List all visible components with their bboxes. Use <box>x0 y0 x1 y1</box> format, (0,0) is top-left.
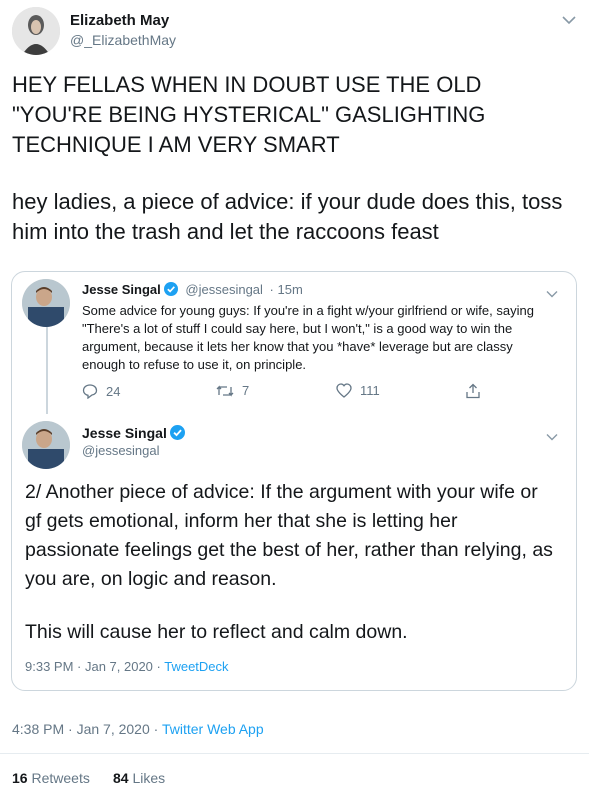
thread-connector <box>46 324 48 414</box>
retweet-count: 7 <box>242 383 250 398</box>
share-icon <box>466 383 480 399</box>
likes-label: Likes <box>132 770 166 786</box>
share-button[interactable] <box>465 383 481 399</box>
reply-button[interactable]: 24 <box>82 383 120 399</box>
tweet-timestamp: 4:38 PM · Jan 7, 2020 · Twitter Web App <box>12 721 264 737</box>
quoted-handle[interactable]: @jessesingal <box>82 443 160 458</box>
tweet-text-1: HEY FELLAS WHEN IN DOUBT USE THE OLD "YO… <box>12 72 486 157</box>
reply-count: 24 <box>106 383 121 399</box>
divider <box>0 753 589 754</box>
quoted-timestamp: 9:33 PM · Jan 7, 2020 · TweetDeck <box>25 659 229 674</box>
like-button[interactable]: 111 <box>336 383 380 398</box>
chevron-down-icon[interactable] <box>562 12 576 30</box>
likes-count: 84 <box>113 770 129 786</box>
avatar-image <box>12 7 60 55</box>
retweets-stat[interactable]: 16 Retweets <box>12 770 90 786</box>
avatar-image <box>22 421 70 469</box>
quoted-text-1: Some advice for young guys: If you're in… <box>82 303 534 372</box>
quoted-avatar-1[interactable] <box>22 279 70 327</box>
retweet-button[interactable]: 7 <box>216 383 249 398</box>
author-handle[interactable]: @_ElizabethMay <box>70 32 176 48</box>
quoted-handle[interactable]: @jessesingal <box>185 282 263 297</box>
retweet-icon <box>216 384 234 397</box>
reply-icon <box>82 384 98 399</box>
avatar-image <box>22 279 70 327</box>
tweet-text-2: hey ladies, a piece of advice: if your d… <box>12 189 563 244</box>
quoted-text-3: This will cause her to reflect and calm … <box>25 621 408 643</box>
retweets-label: Retweets <box>31 770 90 786</box>
quoted-avatar-2[interactable] <box>22 421 70 469</box>
like-icon <box>336 383 352 398</box>
chevron-down-icon[interactable] <box>546 285 558 303</box>
quoted-header-2: Jesse Singal <box>82 425 185 443</box>
quoted-text-2: 2/ Another piece of advice: If the argum… <box>25 481 553 590</box>
verified-badge-icon <box>169 425 185 443</box>
author-name[interactable]: Elizabeth May <box>70 12 169 29</box>
quoted-name[interactable]: Jesse Singal <box>82 282 161 297</box>
author-avatar[interactable] <box>12 7 60 55</box>
verified-badge-icon <box>163 282 178 299</box>
chevron-down-icon[interactable] <box>546 428 558 446</box>
likes-stat[interactable]: 84 Likes <box>113 770 165 786</box>
quoted-header-1: Jesse Singal @jessesingal · 15m <box>82 282 303 299</box>
retweets-count: 16 <box>12 770 28 786</box>
quoted-client-link[interactable]: TweetDeck <box>164 659 228 674</box>
quoted-age[interactable]: · 15m <box>270 282 303 297</box>
like-count: 111 <box>360 383 380 398</box>
client-link[interactable]: Twitter Web App <box>162 721 264 737</box>
quoted-name[interactable]: Jesse Singal <box>82 425 167 441</box>
tweet-time[interactable]: 4:38 PM · Jan 7, 2020 · <box>12 721 162 737</box>
quoted-time[interactable]: 9:33 PM · Jan 7, 2020 · <box>25 659 164 674</box>
